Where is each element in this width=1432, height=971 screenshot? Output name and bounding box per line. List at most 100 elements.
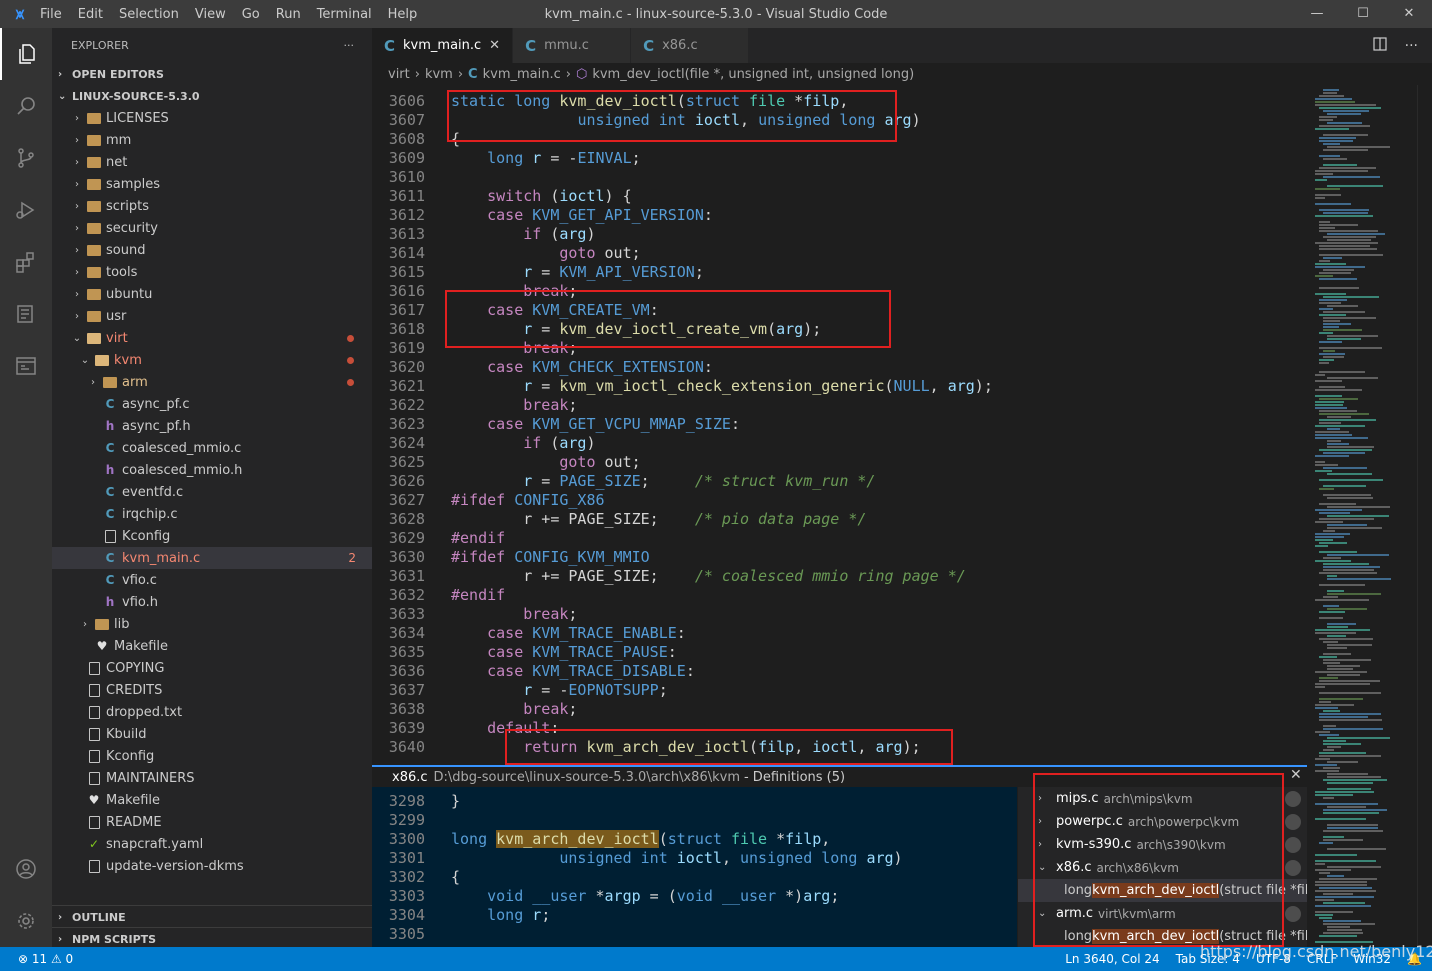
menu-selection[interactable]: Selection [119, 7, 179, 22]
close-window-button[interactable]: ✕ [1386, 0, 1432, 28]
folder-item[interactable]: ⌄ kvm [52, 349, 372, 371]
minimap-line [1319, 359, 1334, 361]
file-item[interactable]: Cvfio.c [52, 569, 372, 591]
close-tab-icon[interactable]: ✕ [489, 38, 500, 53]
tab-kvm-main-c[interactable]: Ckvm_main.c ✕ [372, 28, 514, 63]
minimap-line [1319, 887, 1372, 889]
code-editor[interactable]: 3606 static long kvm_dev_ioctl(struct fil… [372, 85, 1307, 765]
remote-explorer-icon[interactable] [0, 288, 52, 340]
minimap-line [1327, 524, 1367, 526]
minimap-line [1315, 101, 1355, 103]
tree-item-label: eventfd.c [122, 484, 184, 500]
menu-help[interactable]: Help [388, 7, 418, 22]
minimap-line [1327, 746, 1341, 748]
folder-item[interactable]: › sound [52, 239, 372, 261]
menu-view[interactable]: View [195, 7, 226, 22]
file-item[interactable]: dropped.txt [52, 701, 372, 723]
folder-item[interactable]: › usr [52, 305, 372, 327]
minimize-button[interactable]: — [1294, 0, 1340, 28]
minimap-line [1315, 179, 1327, 181]
outline-section[interactable]: › OUTLINE [52, 906, 372, 928]
file-item[interactable]: Casync_pf.c [52, 393, 372, 415]
folder-item[interactable]: › ubuntu [52, 283, 372, 305]
peek-code-preview[interactable]: 3298} 3299 3300 long kvm_arch_dev_ioctl(str… [372, 787, 1017, 947]
settings-gear-icon[interactable] [0, 895, 52, 947]
menu-run[interactable]: Run [276, 7, 301, 22]
file-item[interactable]: update-version-dkms [52, 855, 372, 877]
folder-item[interactable]: ⌄ virt [52, 327, 372, 349]
file-item[interactable]: Kbuild [52, 723, 372, 745]
breadcrumb-item[interactable]: kvm_main.c [483, 67, 561, 82]
minimap-line [1327, 635, 1346, 637]
maximize-button[interactable]: ☐ [1340, 0, 1386, 28]
file-item[interactable]: COPYING [52, 657, 372, 679]
file-shape [104, 529, 116, 543]
file-item[interactable]: Ceventfd.c [52, 481, 372, 503]
split-editor-icon[interactable] [1373, 36, 1387, 55]
minimap-line [1319, 488, 1334, 490]
breadcrumb-symbol[interactable]: kvm_dev_ioctl(file *, unsigned int, unsi… [592, 67, 914, 82]
menu-file[interactable]: File [40, 7, 62, 22]
cursor-position[interactable]: Ln 3640, Col 24 [1065, 952, 1159, 966]
more-actions-icon[interactable]: ··· [344, 39, 355, 52]
folder-item[interactable]: › LICENSES [52, 107, 372, 129]
file-item[interactable]: Ccoalesced_mmio.c [52, 437, 372, 459]
file-item[interactable]: CREDITS [52, 679, 372, 701]
open-editors-section[interactable]: › OPEN EDITORS [52, 63, 372, 85]
folder-shape [87, 156, 101, 168]
workspace-root-section[interactable]: ⌄ LINUX-SOURCE-5.3.0 [52, 85, 372, 107]
folder-item[interactable]: › security [52, 217, 372, 239]
file-item[interactable]: ♥ Makefile [52, 789, 372, 811]
minimap-line [1319, 254, 1383, 256]
file-item[interactable]: Kconfig [52, 525, 372, 547]
file-item[interactable]: h async_pf.h [52, 415, 372, 437]
folder-item[interactable]: › samples [52, 173, 372, 195]
file-item[interactable]: h vfio.h [52, 591, 372, 613]
minimap-line [1327, 578, 1391, 580]
source-control-icon[interactable] [0, 132, 52, 184]
file-item[interactable]: h coalesced_mmio.h [52, 459, 372, 481]
minimap-line [1315, 263, 1346, 265]
file-item[interactable]: Kconfig [52, 745, 372, 767]
line-number: 3614 [388, 244, 425, 262]
folder-shape [87, 288, 101, 300]
line-number: 3609 [388, 149, 425, 167]
file-item[interactable]: ♥ Makefile [52, 635, 372, 657]
panel-icon[interactable] [0, 340, 52, 392]
run-debug-icon[interactable] [0, 184, 52, 236]
tab-mmu-c[interactable]: Cmmu.c [513, 28, 632, 63]
explorer-icon[interactable] [0, 28, 52, 80]
file-item[interactable]: MAINTAINERS [52, 767, 372, 789]
minimap-line [1319, 716, 1368, 718]
code-line: 3611 switch (ioctl) { [372, 187, 1307, 206]
problems-indicator[interactable]: ⊗ 11 ⚠ 0 [0, 952, 73, 966]
minimap[interactable] [1307, 85, 1417, 947]
folder-item[interactable]: › lib [52, 613, 372, 635]
account-icon[interactable] [0, 843, 52, 895]
menu-terminal[interactable]: Terminal [317, 7, 372, 22]
folder-item[interactable]: › net [52, 151, 372, 173]
folder-item[interactable]: › scripts [52, 195, 372, 217]
file-item[interactable]: ✓ snapcraft.yaml [52, 833, 372, 855]
folder-item[interactable]: › tools [52, 261, 372, 283]
folder-item[interactable]: › mm [52, 129, 372, 151]
extensions-icon[interactable] [0, 236, 52, 288]
editor-scrollbar[interactable] [1417, 85, 1432, 947]
file-item[interactable]: Ckvm_main.c 2 [52, 547, 372, 569]
minimap-line [1315, 215, 1373, 217]
file-item[interactable]: README [52, 811, 372, 833]
file-item[interactable]: Cirqchip.c [52, 503, 372, 525]
minimap-line [1315, 560, 1351, 562]
search-icon[interactable] [0, 80, 52, 132]
more-actions-icon[interactable]: ··· [1405, 38, 1418, 54]
code-line: 3631 r += PAGE_SIZE; /* coalesced mmio r… [372, 567, 1307, 586]
tab-x86-c[interactable]: Cx86.c [631, 28, 750, 63]
close-peek-icon[interactable]: ✕ [1290, 767, 1302, 783]
breadcrumb-item[interactable]: virt [388, 67, 410, 82]
code-text: { [451, 868, 461, 886]
folder-item[interactable]: › arm [52, 371, 372, 393]
breadcrumb-item[interactable]: kvm [425, 67, 453, 82]
menu-go[interactable]: Go [242, 7, 260, 22]
menu-edit[interactable]: Edit [78, 7, 103, 22]
line-number: 3606 [388, 92, 425, 110]
